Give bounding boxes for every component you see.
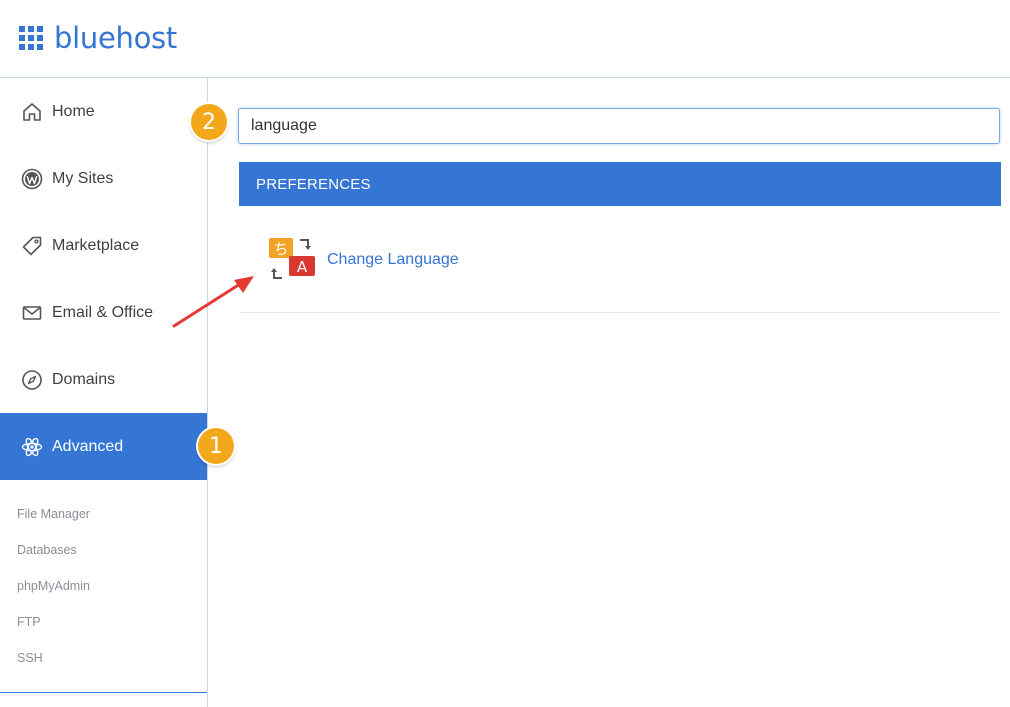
sidebar: Home My Sites Marketplace Email & Office… <box>0 78 208 707</box>
sidebar-item-my-sites[interactable]: My Sites <box>0 145 207 212</box>
latin-glyph: A <box>297 258 308 276</box>
tag-icon <box>22 236 42 255</box>
grid-logo-icon <box>19 26 43 50</box>
sidebar-item-domains[interactable]: Domains <box>0 346 207 413</box>
sidebar-item-label: My Sites <box>52 169 114 187</box>
sub-link-databases[interactable]: Databases <box>17 543 77 557</box>
sub-link-ftp[interactable]: FTP <box>17 615 41 629</box>
bluehost-logo[interactable]: bluehost <box>19 21 177 55</box>
section-title: PREFERENCES <box>256 175 371 193</box>
step-badge-2: 2 <box>191 104 227 140</box>
section-header-preferences: PREFERENCES <box>239 162 1001 206</box>
sub-link-phpmyadmin[interactable]: phpMyAdmin <box>17 579 90 593</box>
japanese-glyph: ち <box>273 240 288 258</box>
compass-icon <box>22 369 42 390</box>
sub-link-file-manager[interactable]: File Manager <box>17 507 90 521</box>
sub-link-ssh[interactable]: SSH <box>17 651 43 665</box>
annotation-arrow-icon <box>172 276 254 328</box>
envelope-icon <box>22 305 42 320</box>
sidebar-item-label: Email & Office <box>52 303 154 321</box>
top-header: bluehost <box>0 0 1010 78</box>
step-badge-1: 1 <box>198 428 234 464</box>
language-translate-icon[interactable]: ち A <box>267 234 319 284</box>
atom-icon <box>21 437 43 456</box>
sidebar-item-label: Home <box>52 102 95 120</box>
sidebar-item-label: Marketplace <box>52 236 140 254</box>
sidebar-item-label: Domains <box>52 370 116 388</box>
sidebar-item-label: Advanced <box>52 437 124 455</box>
sidebar-item-advanced[interactable]: Advanced <box>0 413 207 480</box>
change-language-link[interactable]: Change Language <box>327 251 459 269</box>
result-row-change-language[interactable]: ち A Change Language <box>239 224 1001 313</box>
sidebar-divider <box>0 692 207 693</box>
wordpress-icon <box>21 168 43 189</box>
brand-name: bluehost <box>54 21 177 55</box>
home-icon <box>23 102 41 121</box>
sidebar-item-home[interactable]: Home <box>0 78 207 145</box>
search-input[interactable] <box>238 108 1000 144</box>
